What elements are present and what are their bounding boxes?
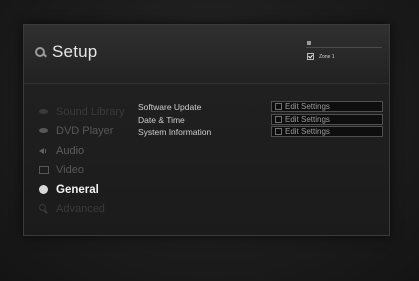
sidebar-item-general[interactable]: General: [38, 180, 148, 200]
checkbox-icon: [275, 115, 282, 123]
settings-row-system-information: System Information Edit Settings: [138, 126, 383, 138]
edit-settings-label: Edit Settings: [285, 102, 330, 111]
setup-screen: Setup Zone 1 Sound Library DVD Player Au…: [0, 0, 419, 281]
ball-icon: [38, 184, 50, 196]
setting-label: Software Update: [138, 102, 202, 112]
monitor-icon: [38, 164, 50, 176]
edit-settings-label: Edit Settings: [285, 127, 330, 136]
zone-option[interactable]: Zone 1: [307, 53, 335, 60]
edit-settings-label: Edit Settings: [285, 114, 330, 124]
panel-header: Setup Zone 1: [24, 25, 389, 84]
setting-label: System Information: [138, 127, 212, 137]
edit-settings-button[interactable]: Edit Settings: [271, 101, 383, 112]
checkbox-icon: [275, 128, 282, 135]
sidebar-item-dvd-player[interactable]: DVD Player: [38, 122, 148, 142]
sidebar-item-label: Sound Library: [56, 105, 125, 118]
sidebar-item-advanced[interactable]: Advanced: [38, 200, 148, 220]
setup-panel: Setup Zone 1 Sound Library DVD Player Au…: [23, 24, 390, 236]
page-title: Setup: [52, 42, 98, 61]
zone-checkbox-icon[interactable]: [307, 53, 314, 60]
title-group: Setup: [34, 42, 97, 62]
music-icon: [38, 106, 50, 118]
edit-settings-button[interactable]: Edit Settings: [271, 126, 383, 137]
settings-row-software-update: Software Update Edit Settings: [138, 101, 383, 113]
speaker-icon: [38, 145, 50, 157]
zone-label: Zone 1: [319, 53, 335, 60]
magnifier-icon: [38, 203, 50, 215]
sidebar-item-label: Advanced: [56, 203, 105, 216]
sidebar-item-label: General: [56, 183, 99, 196]
setting-label: Date & Time: [138, 114, 185, 125]
dvd-icon: [38, 125, 50, 137]
sidebar-item-label: Video: [56, 164, 84, 177]
sidebar-item-label: Audio: [56, 144, 85, 157]
zone-indicator-icon: [307, 41, 311, 45]
edit-settings-button[interactable]: Edit Settings: [271, 113, 383, 125]
sidebar-item-sound-library[interactable]: Sound Library: [38, 102, 148, 122]
zone-selector[interactable]: Zone 1: [306, 39, 386, 61]
sidebar-item-video[interactable]: Video: [38, 161, 148, 181]
settings-row-date-time: Date & Time Edit Settings: [138, 113, 383, 126]
sidebar-item-audio[interactable]: Audio: [38, 141, 148, 161]
zone-divider: [306, 47, 382, 48]
sidebar-item-label: DVD Player: [56, 125, 114, 138]
checkbox-icon: [275, 103, 282, 110]
sidebar-menu: Sound Library DVD Player Audio Video Gen…: [38, 102, 148, 219]
search-icon: [34, 45, 48, 59]
settings-list: Software Update Edit Settings Date & Tim…: [138, 101, 383, 139]
